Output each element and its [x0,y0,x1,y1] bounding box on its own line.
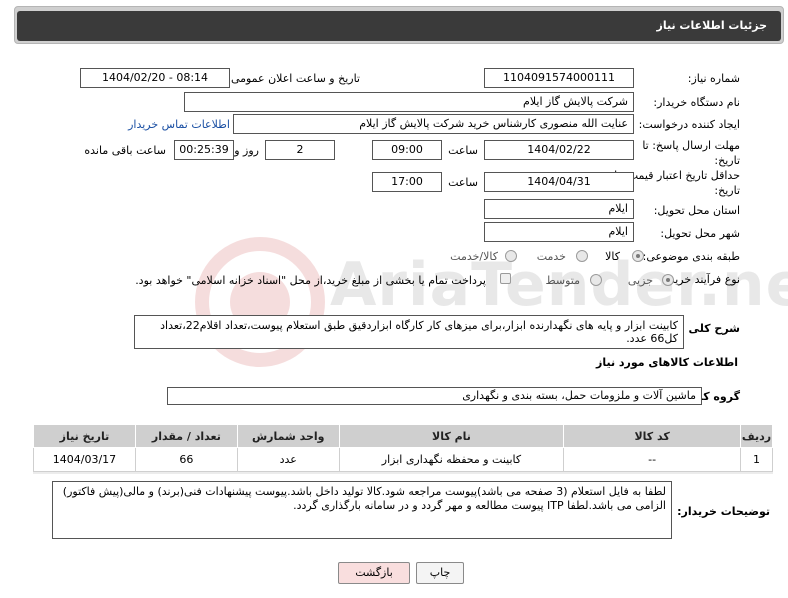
purchase-radio-minor[interactable] [662,274,674,286]
category-radio-goods[interactable] [632,250,644,262]
col-item-name: نام کالا [338,424,565,448]
buyer-contact-link[interactable]: اطلاعات تماس خریدار [128,118,230,131]
price-validity-time-label: ساعت [448,176,478,189]
cell-row: 1 [739,447,774,472]
need-number-field: 1104091574000111 [484,68,634,88]
announce-date-label: تاریخ و ساعت اعلان عمومی: [227,72,360,85]
buyer-notes-label: توضیحات خریدار: [677,505,770,518]
purchase-option-minor: جزیی [627,274,653,287]
cell-quantity: 66 [134,447,238,472]
buyer-org-label: نام دستگاه خریدار: [653,96,740,109]
buyer-notes-text: لطفا به فایل استعلام (3 صفحه می باشد)پیو… [52,481,672,539]
goods-info-title: اطلاعات کالاهای مورد نیاز [596,356,738,369]
category-radio-service[interactable] [576,250,588,262]
cell-need-date: 1404/03/17 [33,447,136,472]
deadline-time-field: 09:00 [372,140,442,160]
category-option-goods: کالا [605,250,620,263]
price-validity-date-field: 1404/04/31 [484,172,634,192]
remaining-time-field: 00:25:39 [174,140,234,160]
cell-unit: عدد [236,447,340,472]
deadline-date-field: 1404/02/22 [484,140,634,160]
creator-label: ایجاد کننده درخواست: [638,118,740,131]
buyer-org-field: شرکت پالایش گاز ایلام [184,92,634,112]
creator-field: عنایت الله منصوری کارشناس خرید شرکت پالا… [233,114,634,134]
treasury-payment-note: پرداخت تمام یا بخشی از مبلغ خرید،از محل … [135,274,486,287]
days-field: 2 [265,140,335,160]
cell-item-name: کابینت و محفظه نگهداری ابزار [338,447,565,472]
back-button[interactable]: بازگشت [338,562,410,584]
cell-item-code: -- [563,447,741,472]
col-quantity: تعداد / مقدار [134,424,238,448]
col-need-date: تاریخ نیاز [33,424,136,448]
print-button[interactable]: چاپ [416,562,464,584]
treasury-payment-checkbox[interactable] [500,273,511,284]
category-option-goods-service: کالا/خدمت [450,250,498,263]
city-field: ایلام [484,222,634,242]
table-row: 1404/03/17 66 عدد کابینت و محفظه نگهداری… [33,447,774,472]
watermark-logo-icon [195,237,325,367]
goods-group-field: ماشین آلات و ملزومات حمل، بسته بندی و نگ… [167,387,702,405]
category-label: طبقه بندی موضوعی: [642,250,740,263]
remaining-time-label: ساعت باقی مانده [84,144,166,157]
deadline-label: مهلت ارسال پاسخ: تا تاریخ: [642,139,740,167]
purchase-radio-medium[interactable] [590,274,602,286]
col-row: ردیف [739,424,774,448]
header-bar: جزئیات اطلاعات نیاز [17,11,781,41]
province-label: استان محل تحویل: [653,204,740,217]
page-title: جزئیات اطلاعات نیاز [656,19,768,32]
price-validity-time-field: 17:00 [372,172,442,192]
col-item-code: کد کالا [563,424,741,448]
days-label: روز و [234,144,259,157]
description-text: کابینت ابزار و پایه های نگهدارنده ابزار،… [134,315,684,349]
province-field: ایلام [484,199,634,219]
col-unit: واحد شمارش [236,424,340,448]
deadline-time-label: ساعت [448,144,478,157]
category-radio-goods-service[interactable] [505,250,517,262]
category-option-service: خدمت [536,250,566,263]
table-header-row: تاریخ نیاز تعداد / مقدار واحد شمارش نام … [33,424,774,448]
need-number-label: شماره نیاز: [687,72,740,85]
items-table: تاریخ نیاز تعداد / مقدار واحد شمارش نام … [33,424,774,472]
announce-date-field: 1404/02/20 - 08:14 [80,68,230,88]
city-label: شهر محل تحویل: [660,227,740,240]
purchase-option-medium: متوسط [545,274,580,287]
